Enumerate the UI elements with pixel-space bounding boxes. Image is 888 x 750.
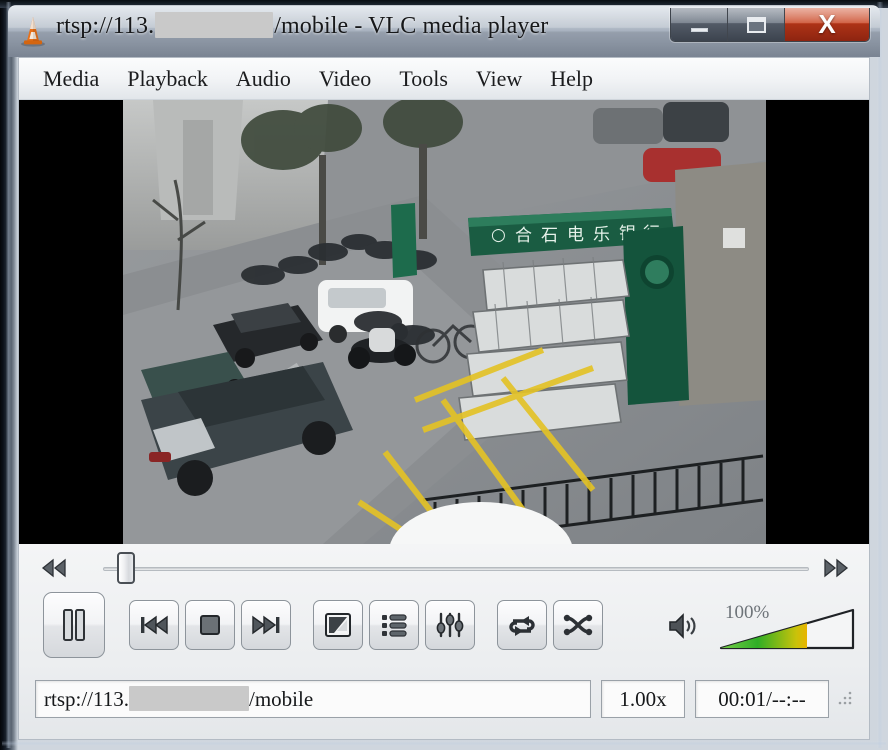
- menu-item-tools[interactable]: Tools: [385, 63, 462, 95]
- stop-button[interactable]: [185, 600, 235, 650]
- volume-group: 100%: [659, 598, 859, 656]
- shuffle-icon: [563, 614, 593, 636]
- seek-row: [19, 548, 869, 588]
- equalizer-icon: [436, 612, 464, 638]
- menu-bar: Media Playback Audio Video Tools View He…: [19, 58, 869, 100]
- video-still-image: ○ 合 石 电 乐 银 行: [123, 100, 766, 544]
- seek-handle[interactable]: [117, 552, 135, 584]
- close-button[interactable]: X: [785, 8, 869, 41]
- volume-slider[interactable]: [717, 606, 857, 652]
- fullscreen-button[interactable]: [313, 600, 363, 650]
- fullscreen-icon: [325, 613, 351, 637]
- url-redaction-box: [128, 685, 249, 711]
- restore-icon: [746, 16, 766, 33]
- svg-text:合: 合: [515, 226, 532, 246]
- shuffle-button[interactable]: [553, 600, 603, 650]
- menu-item-playback[interactable]: Playback: [113, 63, 222, 95]
- next-icon: [252, 615, 280, 635]
- window-frame: rtsp://113./mobile - VLC media player X …: [0, 0, 888, 750]
- extended-settings-button[interactable]: [425, 600, 475, 650]
- pause-button[interactable]: [43, 592, 105, 658]
- loop-button[interactable]: [497, 600, 547, 650]
- title-redaction-box: [155, 12, 274, 39]
- restore-button[interactable]: [728, 8, 785, 41]
- window-title: rtsp://113. /mobile - VLC media player: [56, 12, 549, 40]
- status-row: rtsp://113. /mobile 1.00x 00:01/--:--: [19, 668, 869, 730]
- client-area: Media Playback Audio Video Tools View He…: [18, 57, 870, 740]
- svg-text:乐: 乐: [593, 225, 610, 245]
- status-url-field[interactable]: rtsp://113. /mobile: [35, 680, 591, 718]
- time-indicator[interactable]: 00:01/--:--: [695, 680, 829, 718]
- window-title-prefix: rtsp://113.: [56, 13, 155, 39]
- resize-grip[interactable]: [835, 690, 853, 708]
- title-bar[interactable]: rtsp://113. /mobile - VLC media player X: [8, 5, 880, 57]
- speaker-icon[interactable]: [667, 612, 699, 640]
- pause-icon: [63, 609, 85, 641]
- loop-icon: [509, 616, 535, 636]
- menu-item-help[interactable]: Help: [536, 63, 607, 95]
- previous-icon: [141, 615, 168, 635]
- status-url-suffix: /mobile: [248, 686, 314, 711]
- seek-track[interactable]: [103, 567, 809, 571]
- controls-panel: 100% rtsp://113. /mobile 1.00x 00:01/--:…: [19, 544, 869, 739]
- fastforward-icon[interactable]: [823, 557, 849, 579]
- window-title-suffix: /mobile - VLC media player: [274, 13, 549, 39]
- close-icon: X: [818, 8, 836, 39]
- seek-slider[interactable]: [75, 551, 813, 585]
- window-controls: X: [670, 8, 870, 42]
- svg-text:石: 石: [541, 226, 558, 246]
- vlc-cone-icon: [21, 17, 45, 47]
- playback-speed-indicator[interactable]: 1.00x: [601, 680, 685, 718]
- frame-gloss-bottom: [2, 741, 886, 746]
- menu-item-video[interactable]: Video: [305, 63, 385, 95]
- minimize-button[interactable]: [671, 8, 728, 41]
- frame-gloss-left: [6, 2, 11, 748]
- rewind-icon[interactable]: [41, 557, 67, 579]
- frame-gloss-right: [877, 2, 883, 748]
- svg-text:电: 电: [567, 225, 584, 245]
- stop-icon: [200, 615, 220, 635]
- previous-button[interactable]: [129, 600, 179, 650]
- svg-text:○: ○: [491, 225, 506, 245]
- playlist-button[interactable]: [369, 600, 419, 650]
- status-url-prefix: rtsp://113.: [44, 686, 129, 711]
- menu-item-view[interactable]: View: [462, 63, 536, 95]
- transport-button-row: 100%: [19, 588, 869, 666]
- menu-item-media[interactable]: Media: [29, 63, 113, 95]
- video-frame: ○ 合 石 电 乐 银 行: [123, 100, 766, 544]
- video-output-area[interactable]: ○ 合 石 电 乐 银 行: [19, 100, 869, 544]
- playlist-icon: [382, 614, 407, 637]
- menu-item-audio[interactable]: Audio: [222, 63, 305, 95]
- next-button[interactable]: [241, 600, 291, 650]
- minimize-icon: [690, 27, 708, 32]
